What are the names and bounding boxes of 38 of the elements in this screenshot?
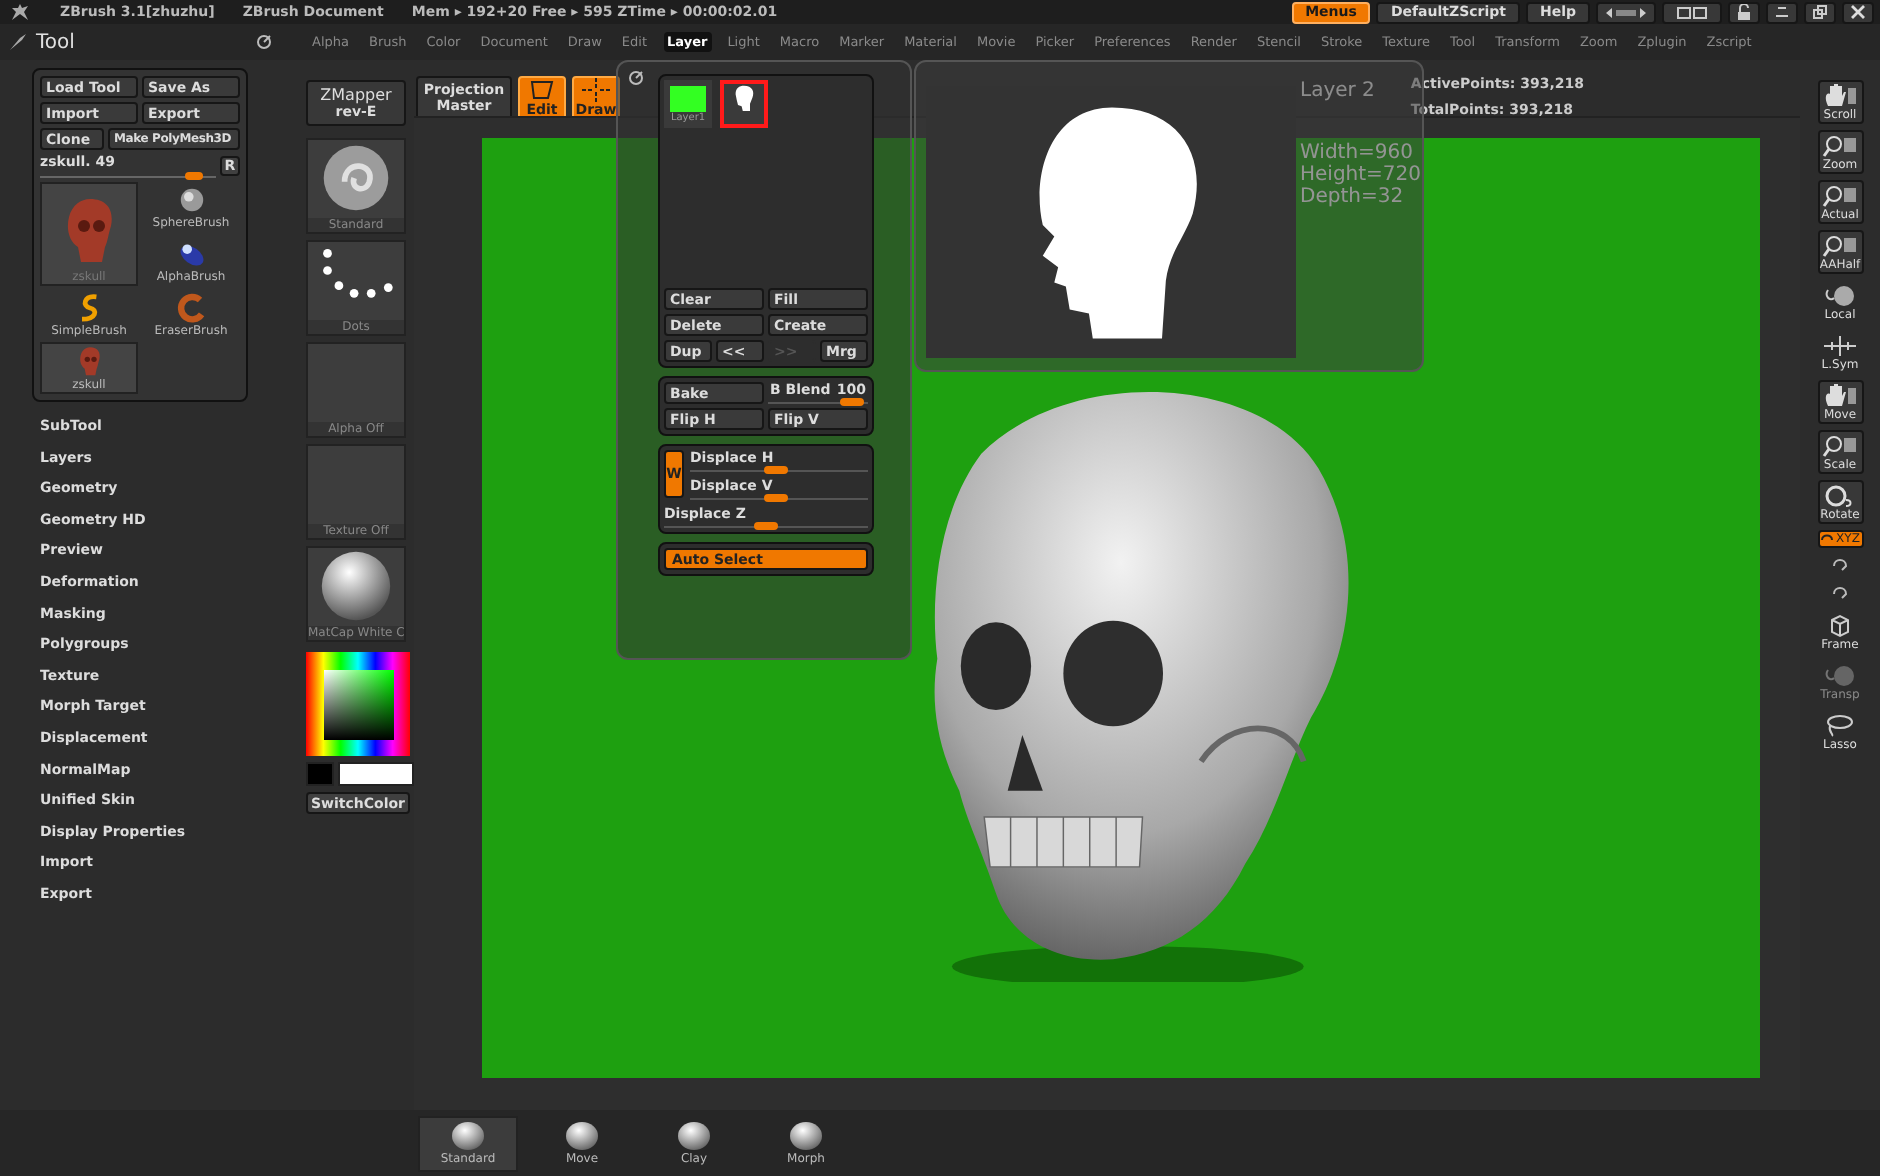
popout-icon[interactable] xyxy=(628,70,644,86)
sphere-icon xyxy=(562,1120,602,1152)
document-info: Depth=32 xyxy=(1300,186,1404,208)
restore-icon[interactable] xyxy=(1804,1,1836,23)
sphere-icon xyxy=(674,1120,714,1152)
layer-name: Layer 2 xyxy=(1300,80,1375,102)
popout-icon[interactable] xyxy=(256,34,272,50)
magnifier-icon xyxy=(1822,133,1858,157)
material-sphere-icon xyxy=(316,548,396,624)
minimize-icon[interactable] xyxy=(1766,1,1798,23)
layer-thumbnail[interactable] xyxy=(720,80,768,128)
axes-icon xyxy=(1822,333,1858,357)
sphere-icon xyxy=(1822,663,1858,687)
magnifier-icon xyxy=(1822,233,1858,257)
arrows-icon[interactable] xyxy=(1596,1,1656,23)
arc-icon xyxy=(175,292,207,324)
capsule-icon xyxy=(175,238,207,270)
windows-icon[interactable] xyxy=(1662,1,1722,23)
magnifier-icon xyxy=(1822,433,1858,457)
color-swatch[interactable] xyxy=(306,762,334,786)
magnifier-icon xyxy=(1822,183,1858,207)
crosshair-icon xyxy=(582,78,610,102)
sphere-icon xyxy=(1822,283,1858,307)
lock-icon[interactable] xyxy=(1728,1,1760,23)
sphere-icon xyxy=(175,184,207,216)
document-info: Width=960 xyxy=(1300,142,1416,164)
sphere-icon xyxy=(448,1120,488,1152)
panel-title: Tool xyxy=(36,31,75,53)
brush-icon xyxy=(8,32,28,52)
document-info: Height=720 xyxy=(1300,164,1422,186)
color-picker[interactable] xyxy=(306,652,410,756)
color-swatch[interactable] xyxy=(338,762,414,786)
edit-icon xyxy=(528,78,556,102)
hand-icon xyxy=(1822,83,1858,107)
lasso-icon xyxy=(1822,713,1858,737)
close-icon[interactable] xyxy=(1842,1,1874,23)
hand-icon xyxy=(1822,383,1858,407)
sphere-icon xyxy=(786,1120,826,1152)
